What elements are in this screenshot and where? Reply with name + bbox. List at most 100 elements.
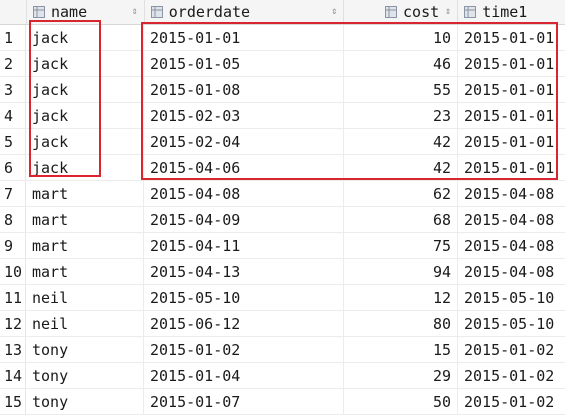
cell-name[interactable]: jack	[26, 25, 144, 50]
cell-time1[interactable]: 2015-04-08	[458, 233, 565, 258]
cell-orderdate[interactable]: 2015-01-04	[144, 363, 344, 388]
cell-name[interactable]: tony	[26, 337, 144, 362]
cell-name[interactable]: mart	[26, 181, 144, 206]
cell-time1[interactable]: 2015-01-02	[458, 337, 565, 362]
cell-time1[interactable]: 2015-04-08	[458, 207, 565, 232]
cell-cost[interactable]: 23	[344, 103, 458, 128]
cell-cost[interactable]: 12	[344, 285, 458, 310]
column-header-orderdate[interactable]: orderdate ⇕	[145, 0, 345, 24]
cell-orderdate[interactable]: 2015-06-12	[144, 311, 344, 336]
cell-name[interactable]: tony	[26, 389, 144, 414]
table-row[interactable]: 8 mart 2015-04-09 68 2015-04-08	[0, 207, 565, 233]
row-number: 5	[0, 129, 26, 154]
cell-orderdate[interactable]: 2015-02-04	[144, 129, 344, 154]
cell-time1[interactable]: 2015-01-02	[458, 389, 565, 414]
cell-cost[interactable]: 75	[344, 233, 458, 258]
cell-name[interactable]: mart	[26, 233, 144, 258]
row-number: 15	[0, 389, 26, 414]
cell-cost[interactable]: 55	[344, 77, 458, 102]
table-row[interactable]: 9 mart 2015-04-11 75 2015-04-08	[0, 233, 565, 259]
result-grid: name ⇕ orderdate ⇕ cost ⇕ time1 1 jack 2…	[0, 0, 565, 415]
column-icon	[464, 6, 477, 18]
cell-name[interactable]: mart	[26, 207, 144, 232]
cell-time1[interactable]: 2015-01-02	[458, 363, 565, 388]
column-header-cost[interactable]: cost ⇕	[344, 0, 459, 24]
table-row[interactable]: 13 tony 2015-01-02 15 2015-01-02	[0, 337, 565, 363]
cell-orderdate[interactable]: 2015-05-10	[144, 285, 344, 310]
cell-cost[interactable]: 15	[344, 337, 458, 362]
table-row[interactable]: 4 jack 2015-02-03 23 2015-01-01	[0, 103, 565, 129]
table-row[interactable]: 15 tony 2015-01-07 50 2015-01-02	[0, 389, 565, 415]
cell-cost[interactable]: 42	[344, 129, 458, 154]
cell-cost[interactable]: 42	[344, 155, 458, 180]
cell-time1[interactable]: 2015-01-01	[458, 155, 565, 180]
table-row[interactable]: 10 mart 2015-04-13 94 2015-04-08	[0, 259, 565, 285]
table-row[interactable]: 1 jack 2015-01-01 10 2015-01-01	[0, 25, 565, 51]
table-row[interactable]: 11 neil 2015-05-10 12 2015-05-10	[0, 285, 565, 311]
table-row[interactable]: 6 jack 2015-04-06 42 2015-01-01	[0, 155, 565, 181]
row-number: 12	[0, 311, 26, 336]
cell-name[interactable]: tony	[26, 363, 144, 388]
sort-icon[interactable]: ⇕	[331, 7, 337, 17]
cell-time1[interactable]: 2015-05-10	[458, 285, 565, 310]
cell-name[interactable]: jack	[26, 51, 144, 76]
cell-orderdate[interactable]: 2015-04-13	[144, 259, 344, 284]
cell-cost[interactable]: 50	[344, 389, 458, 414]
cell-orderdate[interactable]: 2015-01-07	[144, 389, 344, 414]
row-number: 11	[0, 285, 26, 310]
column-icon	[150, 6, 163, 18]
table-row[interactable]: 7 mart 2015-04-08 62 2015-04-08	[0, 181, 565, 207]
cell-name[interactable]: mart	[26, 259, 144, 284]
cell-orderdate[interactable]: 2015-04-11	[144, 233, 344, 258]
cell-name[interactable]: jack	[26, 103, 144, 128]
table-row[interactable]: 5 jack 2015-02-04 42 2015-01-01	[0, 129, 565, 155]
cell-time1[interactable]: 2015-04-08	[458, 181, 565, 206]
row-number: 7	[0, 181, 26, 206]
cell-time1[interactable]: 2015-01-01	[458, 129, 565, 154]
cell-time1[interactable]: 2015-01-01	[458, 25, 565, 50]
column-label: time1	[482, 3, 528, 21]
cell-cost[interactable]: 80	[344, 311, 458, 336]
cell-orderdate[interactable]: 2015-04-09	[144, 207, 344, 232]
cell-cost[interactable]: 10	[344, 25, 458, 50]
column-label: name	[51, 3, 88, 21]
table-row[interactable]: 2 jack 2015-01-05 46 2015-01-01	[0, 51, 565, 77]
table-row[interactable]: 12 neil 2015-06-12 80 2015-05-10	[0, 311, 565, 337]
cell-name[interactable]: jack	[26, 155, 144, 180]
cell-cost[interactable]: 62	[344, 181, 458, 206]
cell-orderdate[interactable]: 2015-02-03	[144, 103, 344, 128]
cell-cost[interactable]: 46	[344, 51, 458, 76]
column-label: orderdate	[168, 3, 251, 21]
cell-name[interactable]: neil	[26, 285, 144, 310]
row-number: 8	[0, 207, 26, 232]
cell-name[interactable]: neil	[26, 311, 144, 336]
cell-time1[interactable]: 2015-04-08	[458, 259, 565, 284]
cell-cost[interactable]: 68	[344, 207, 458, 232]
table-row[interactable]: 3 jack 2015-01-08 55 2015-01-01	[0, 77, 565, 103]
grid-body: 1 jack 2015-01-01 10 2015-01-01 2 jack 2015-01-…	[0, 25, 565, 415]
cell-orderdate[interactable]: 2015-01-01	[144, 25, 344, 50]
cell-time1[interactable]: 2015-01-01	[458, 51, 565, 76]
cell-cost[interactable]: 94	[344, 259, 458, 284]
column-header-time1[interactable]: time1	[458, 0, 565, 24]
cell-name[interactable]: jack	[26, 77, 144, 102]
cell-time1[interactable]: 2015-01-01	[458, 77, 565, 102]
cell-cost[interactable]: 29	[344, 363, 458, 388]
row-number-header	[0, 0, 27, 24]
column-icon	[33, 6, 45, 18]
cell-orderdate[interactable]: 2015-01-02	[144, 337, 344, 362]
table-row[interactable]: 14 tony 2015-01-04 29 2015-01-02	[0, 363, 565, 389]
sort-icon[interactable]: ⇕	[445, 7, 451, 17]
cell-time1[interactable]: 2015-05-10	[458, 311, 565, 336]
row-number: 10	[0, 259, 26, 284]
grid-header: name ⇕ orderdate ⇕ cost ⇕ time1	[0, 0, 565, 25]
cell-orderdate[interactable]: 2015-04-06	[144, 155, 344, 180]
cell-orderdate[interactable]: 2015-01-05	[144, 51, 344, 76]
cell-orderdate[interactable]: 2015-01-08	[144, 77, 344, 102]
cell-name[interactable]: jack	[26, 129, 144, 154]
column-header-name[interactable]: name ⇕	[27, 0, 145, 24]
sort-icon[interactable]: ⇕	[132, 7, 138, 17]
cell-orderdate[interactable]: 2015-04-08	[144, 181, 344, 206]
row-number: 4	[0, 103, 26, 128]
cell-time1[interactable]: 2015-01-01	[458, 103, 565, 128]
